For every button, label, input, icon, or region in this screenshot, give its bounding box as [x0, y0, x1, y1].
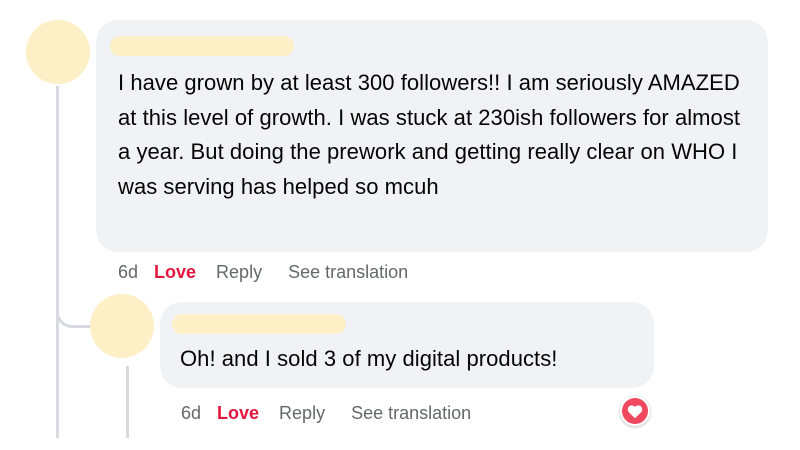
reply-see-translation-link[interactable]: See translation	[351, 403, 471, 424]
reply-actions: 6d Love Reply See translation	[181, 403, 471, 424]
love-reaction-button[interactable]: Love	[154, 262, 196, 283]
reply-timestamp[interactable]: 6d	[181, 403, 201, 424]
comment-bubble: I have grown by at least 300 followers!!…	[96, 20, 768, 252]
comment-thread: I have grown by at least 300 followers!!…	[0, 0, 800, 450]
reply-button[interactable]: Reply	[216, 262, 262, 283]
reply-bubble: Oh! and I sold 3 of my digital products!	[160, 302, 654, 388]
reply-love-reaction-button[interactable]: Love	[217, 403, 259, 424]
commenter-avatar[interactable]	[26, 20, 90, 84]
comment-timestamp[interactable]: 6d	[118, 262, 138, 283]
see-translation-link[interactable]: See translation	[288, 262, 408, 283]
thread-line	[56, 86, 59, 438]
reply-text: Oh! and I sold 3 of my digital products!	[180, 346, 558, 371]
commenter-name-redacted[interactable]	[110, 36, 294, 56]
reply-thread-line	[126, 366, 129, 438]
reaction-badge[interactable]	[620, 396, 650, 426]
comment-actions: 6d Love Reply See translation	[118, 262, 408, 283]
comment-text: I have grown by at least 300 followers!!…	[118, 70, 741, 199]
heart-icon	[622, 398, 648, 424]
reply-name-redacted[interactable]	[172, 314, 346, 334]
reply-avatar[interactable]	[90, 294, 154, 358]
reply-reply-button[interactable]: Reply	[279, 403, 325, 424]
